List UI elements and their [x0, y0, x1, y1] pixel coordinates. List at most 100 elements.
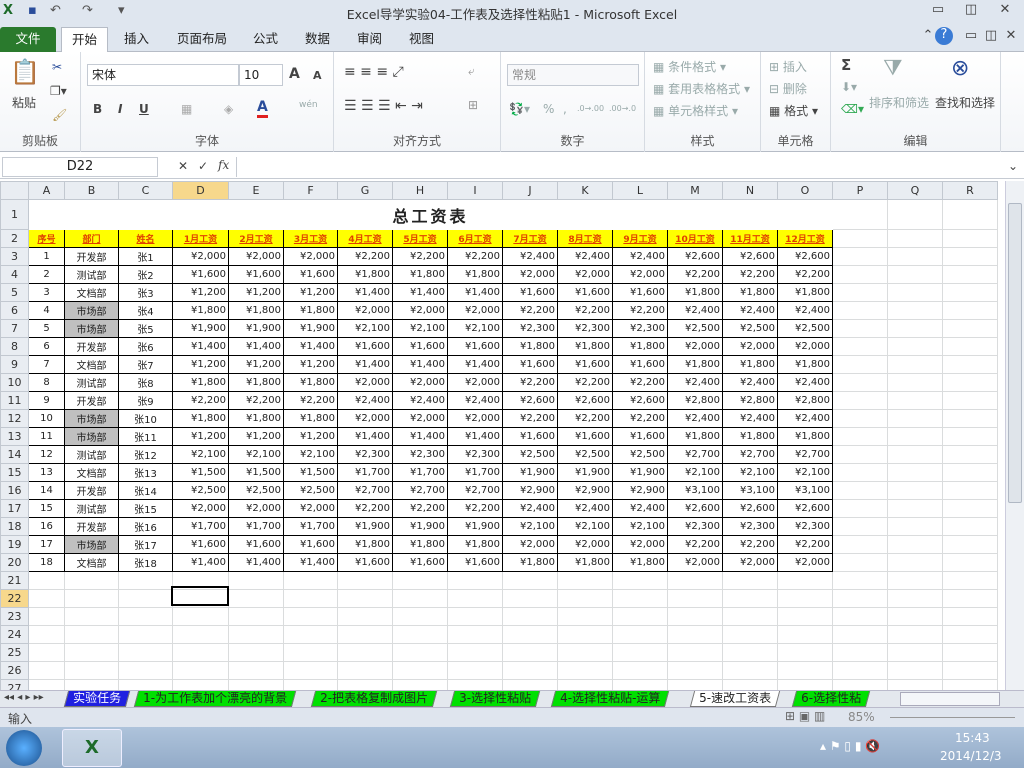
dept-cell[interactable]: 文档部 [64, 355, 119, 374]
column-header-M[interactable]: M [667, 181, 723, 200]
salary-cell[interactable]: ¥1,600 [557, 283, 613, 302]
id-cell[interactable]: 9 [28, 391, 65, 410]
cell[interactable] [832, 589, 888, 608]
salary-cell[interactable]: ¥2,000 [612, 535, 668, 554]
copy-icon[interactable]: ❐▾ [50, 84, 67, 98]
italic-button[interactable]: I [118, 102, 122, 116]
salary-cell[interactable]: ¥2,500 [228, 481, 284, 500]
cell[interactable] [832, 553, 888, 572]
salary-cell[interactable]: ¥1,500 [228, 463, 284, 482]
number-format-select[interactable]: 常规 [507, 64, 639, 86]
salary-cell[interactable]: ¥2,200 [502, 301, 558, 320]
cell[interactable] [667, 625, 723, 644]
cell[interactable] [118, 625, 173, 644]
salary-cell[interactable]: ¥2,200 [667, 265, 723, 284]
salary-cell[interactable]: ¥2,900 [557, 481, 613, 500]
clear-icon[interactable]: ⌫▾ [841, 102, 864, 116]
cell[interactable] [447, 625, 503, 644]
salary-cell[interactable]: ¥1,400 [447, 283, 503, 302]
cell[interactable] [887, 589, 943, 608]
cell[interactable] [832, 607, 888, 626]
salary-cell[interactable]: ¥1,400 [172, 337, 229, 356]
salary-cell[interactable]: ¥1,800 [667, 283, 723, 302]
row-header-16[interactable]: 16 [0, 481, 29, 500]
cell[interactable] [942, 247, 998, 266]
cell[interactable] [887, 499, 943, 518]
salary-cell[interactable]: ¥2,100 [722, 463, 778, 482]
salary-cell[interactable]: ¥1,400 [447, 427, 503, 446]
doc-close-button[interactable]: ✕ [998, 28, 1024, 46]
cell[interactable] [887, 625, 943, 644]
salary-cell[interactable]: ¥2,000 [722, 553, 778, 572]
salary-cell[interactable]: ¥2,200 [722, 535, 778, 554]
salary-cell[interactable]: ¥2,400 [667, 409, 723, 428]
dept-cell[interactable]: 市场部 [64, 409, 119, 428]
cell[interactable] [283, 643, 338, 662]
cell[interactable] [942, 445, 998, 464]
salary-cell[interactable]: ¥2,400 [777, 301, 833, 320]
salary-cell[interactable]: ¥1,400 [228, 337, 284, 356]
salary-cell[interactable]: ¥1,600 [337, 337, 393, 356]
cell[interactable] [832, 409, 888, 428]
salary-cell[interactable]: ¥2,800 [777, 391, 833, 410]
cell[interactable] [887, 355, 943, 374]
dept-cell[interactable]: 文档部 [64, 283, 119, 302]
formula-input[interactable] [236, 157, 1006, 177]
cell[interactable] [612, 643, 668, 662]
cell[interactable] [228, 571, 284, 590]
name-cell[interactable]: 张11 [118, 427, 173, 446]
sort-filter-icon[interactable]: ⧩ [883, 56, 903, 81]
cell[interactable] [283, 571, 338, 590]
cell[interactable] [942, 301, 998, 320]
clock-date[interactable]: 2014/12/3 [940, 749, 1002, 763]
sheet-tab[interactable]: 1-为工作表加个漂亮的背景 [133, 691, 297, 707]
dept-cell[interactable]: 文档部 [64, 553, 119, 572]
close-button[interactable]: ✕ [992, 2, 1018, 20]
cell[interactable] [832, 679, 888, 690]
name-cell[interactable]: 张7 [118, 355, 173, 374]
salary-cell[interactable]: ¥1,600 [172, 535, 229, 554]
cell[interactable] [887, 319, 943, 338]
cell[interactable] [942, 337, 998, 356]
salary-cell[interactable]: ¥1,600 [337, 553, 393, 572]
salary-cell[interactable]: ¥2,300 [612, 319, 668, 338]
fill-icon[interactable]: ⬇▾ [841, 80, 857, 94]
salary-cell[interactable]: ¥1,600 [502, 283, 558, 302]
column-header-B[interactable]: B [64, 181, 119, 200]
cell[interactable] [64, 679, 119, 690]
cell[interactable] [722, 643, 778, 662]
cell[interactable] [887, 229, 943, 248]
cell[interactable] [887, 337, 943, 356]
tab-page-layout[interactable]: 页面布局 [167, 27, 237, 52]
row-header-7[interactable]: 7 [0, 319, 29, 338]
salary-cell[interactable]: ¥1,600 [502, 355, 558, 374]
salary-cell[interactable]: ¥2,200 [612, 301, 668, 320]
row-header-8[interactable]: 8 [0, 337, 29, 356]
salary-cell[interactable]: ¥1,800 [447, 535, 503, 554]
salary-cell[interactable]: ¥2,100 [667, 463, 723, 482]
salary-cell[interactable]: ¥2,800 [722, 391, 778, 410]
cell[interactable] [887, 409, 943, 428]
cell[interactable] [942, 199, 998, 230]
salary-cell[interactable]: ¥2,300 [337, 445, 393, 464]
cell[interactable] [832, 247, 888, 266]
salary-cell[interactable]: ¥1,400 [392, 427, 448, 446]
cell[interactable] [942, 481, 998, 500]
salary-cell[interactable]: ¥1,700 [392, 463, 448, 482]
salary-cell[interactable]: ¥2,000 [447, 301, 503, 320]
column-header-D[interactable]: D [172, 181, 229, 200]
salary-cell[interactable]: ¥1,600 [557, 355, 613, 374]
cell[interactable] [228, 643, 284, 662]
select-all-button[interactable] [0, 181, 29, 200]
font-size-select[interactable]: 10 [239, 64, 283, 86]
salary-cell[interactable]: ¥2,100 [283, 445, 338, 464]
dept-cell[interactable]: 开发部 [64, 391, 119, 410]
cell[interactable] [228, 607, 284, 626]
salary-cell[interactable]: ¥1,900 [283, 319, 338, 338]
salary-cell[interactable]: ¥2,800 [667, 391, 723, 410]
cell[interactable] [667, 661, 723, 680]
salary-cell[interactable]: ¥1,800 [722, 283, 778, 302]
cell[interactable] [832, 391, 888, 410]
salary-cell[interactable]: ¥2,300 [502, 319, 558, 338]
salary-cell[interactable]: ¥1,800 [392, 535, 448, 554]
